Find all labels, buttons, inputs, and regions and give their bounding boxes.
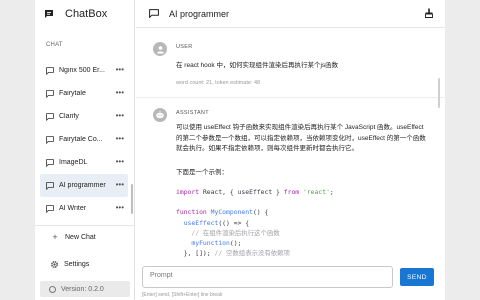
chat-bubble-icon [46, 181, 54, 190]
chat-section-label: CHAT [46, 42, 63, 48]
message-list: USER 在 react hook 中，如何实现组件渲染后再执行某个js函数 w… [136, 28, 445, 260]
chat-item-label: Fairytale [59, 90, 86, 97]
more-options-icon[interactable]: ••• [116, 135, 124, 143]
more-options-icon[interactable]: ••• [116, 66, 124, 74]
more-options-icon[interactable]: ••• [116, 181, 124, 189]
code-line: useEffect(() => { [176, 218, 250, 227]
app-brand: ChatBox [44, 6, 107, 22]
version-badge: Version: 0.2.0 [40, 281, 130, 297]
keyboard-hint: [Enter] send, [Shift+Enter] line break [142, 292, 223, 298]
sidebar: ChatBox CHAT Nginx 500 Er... ••• Fairyta… [35, 0, 135, 300]
chat-item-active[interactable]: AI programmer ••• [40, 174, 128, 197]
more-options-icon[interactable]: ••• [116, 204, 124, 212]
more-options-icon[interactable]: ••• [116, 112, 124, 120]
chat-item-label: Fairytale Co... [59, 136, 103, 143]
chat-item-label: Clarify [59, 113, 79, 120]
settings-button[interactable]: Settings [50, 258, 89, 270]
user-avatar [153, 42, 167, 56]
info-icon [49, 285, 56, 293]
code-line: // 在组件渲染后执行这个函数 [176, 228, 280, 237]
chat-bubble-icon [46, 158, 54, 167]
chat-item[interactable]: Nginx 500 Er... ••• [40, 59, 128, 82]
sidebar-divider [35, 225, 135, 226]
chat-item-label: AI Writer [59, 205, 87, 212]
chat-bubble-icon [46, 135, 54, 144]
app-window: ChatBox CHAT Nginx 500 Er... ••• Fairyta… [35, 0, 445, 300]
chat-list: Nginx 500 Er... ••• Fairytale ••• Clarif… [40, 59, 128, 220]
code-block: import React, { useEffect } from 'react'… [176, 187, 334, 258]
clean-brush-icon[interactable] [424, 8, 434, 18]
code-line: function MyComponent() { [176, 208, 269, 217]
send-button[interactable]: SEND [400, 268, 434, 286]
chat-item-label: AI programmer [59, 182, 106, 189]
message-meta: word count: 21, token estimate: 48 [176, 80, 261, 86]
message-paragraph: 可以使用 useEffect 钩子函数来实现组件渲染后再执行某个 JavaScr… [176, 124, 426, 152]
assistant-avatar [153, 108, 167, 122]
message-role: ASSISTANT [176, 110, 209, 116]
person-icon [156, 45, 164, 53]
message-lead: 下面是一个示例： [176, 169, 228, 176]
chat-item[interactable]: Clarify ••• [40, 105, 128, 128]
messages-scrollbar[interactable] [438, 78, 440, 108]
input-area: SEND [Enter] send, [Shift+Enter] line br… [136, 260, 445, 300]
code-line: import React, { useEffect } from 'react'… [176, 188, 334, 196]
plus-icon: + [52, 231, 58, 242]
code-line: }, []); // 空数组表示没有依赖项 [176, 249, 290, 258]
message-role: USER [176, 44, 193, 50]
chat-item[interactable]: Fairytale ••• [40, 82, 128, 105]
chat-title: AI programmer [169, 9, 230, 19]
new-chat-button[interactable]: + New Chat [50, 231, 96, 243]
app-name: ChatBox [65, 8, 108, 20]
more-options-icon[interactable]: ••• [116, 89, 124, 97]
chat-header: AI programmer [136, 0, 445, 28]
chat-bubble-icon [46, 89, 54, 98]
chat-logo-icon [45, 10, 53, 18]
chat-bubble-icon [149, 9, 159, 18]
prompt-input[interactable] [142, 266, 393, 288]
gear-icon [51, 260, 58, 268]
chat-item[interactable]: ImageDL ••• [40, 151, 128, 174]
chat-bubble-icon [46, 204, 54, 213]
more-options-icon[interactable]: ••• [116, 158, 124, 166]
chat-item[interactable]: Fairytale Co... ••• [40, 128, 128, 151]
chat-bubble-icon [46, 112, 54, 121]
chat-main: AI programmer USER 在 react hook 中，如何实现组件… [136, 0, 445, 300]
code-line: myFunction(); [176, 239, 242, 248]
message-divider [136, 97, 445, 98]
message-text: 在 react hook 中，如何实现组件渲染后再执行某个js函数 [176, 62, 339, 69]
chat-item-label: Nginx 500 Er... [59, 67, 105, 74]
sidebar-scrollbar[interactable] [131, 184, 133, 214]
version-label: Version: 0.2.0 [61, 285, 104, 293]
chat-item[interactable]: AI Writer ••• [40, 197, 128, 220]
settings-label: Settings [64, 260, 90, 268]
new-chat-label: New Chat [65, 233, 96, 241]
robot-icon [156, 111, 164, 118]
chat-item-label: ImageDL [59, 159, 88, 166]
chat-bubble-icon [46, 66, 54, 75]
